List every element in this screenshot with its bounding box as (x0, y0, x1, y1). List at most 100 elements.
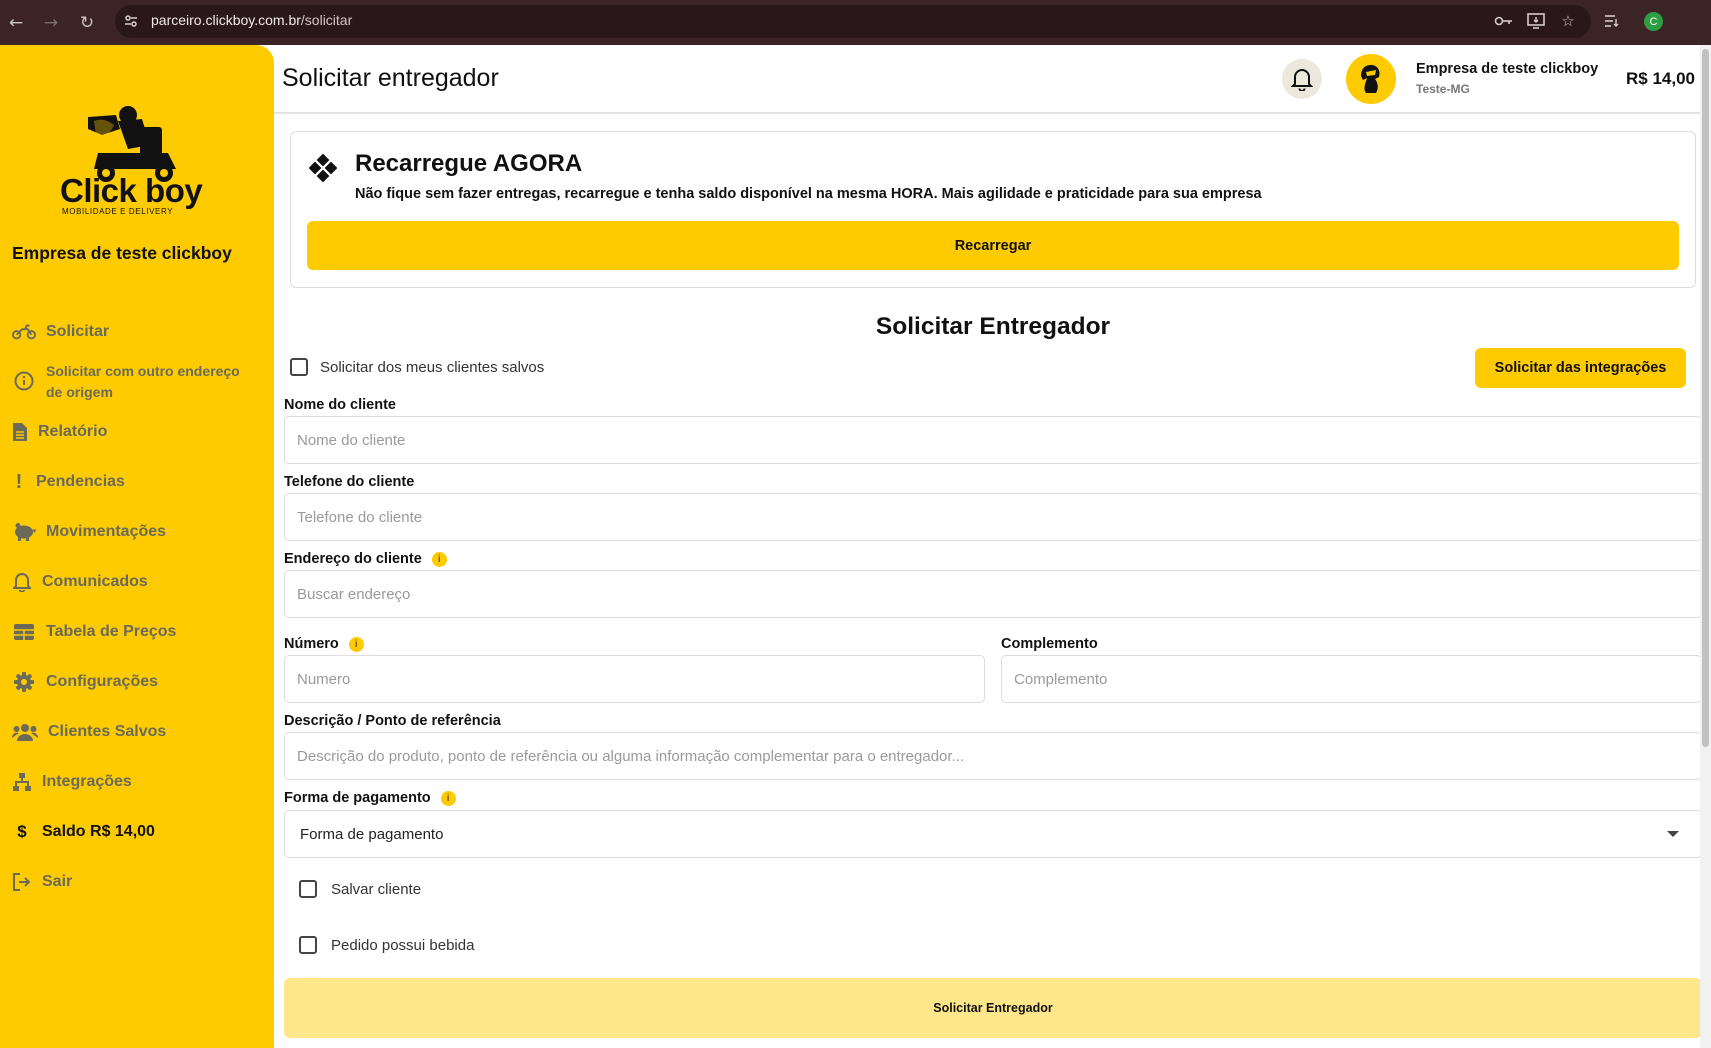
sidebar-item-relatorio[interactable]: Relatório (12, 420, 107, 444)
dollar-icon: $ (17, 822, 27, 841)
page-scrollbar[interactable] (1700, 45, 1711, 1048)
sidebar-item-label: Configurações (46, 673, 159, 690)
integrations-button[interactable]: Solicitar das integrações (1475, 348, 1686, 388)
table-icon (12, 620, 36, 644)
sitemap-icon (12, 770, 32, 794)
sidebar-item-integracoes[interactable]: Integrações (12, 770, 132, 794)
number-label: Número i (284, 636, 364, 652)
exclamation-icon: ! (15, 470, 23, 493)
label-text: Descrição / Ponto de referência (284, 713, 501, 729)
sidebar-item-movimentacoes[interactable]: Movimentações (12, 520, 166, 544)
label-text: Nome do cliente (284, 397, 396, 413)
sidebar: Click boy MOBILIDADE E DELIVERY Empresa … (0, 45, 274, 1048)
header-user-location: Teste-MG (1416, 82, 1470, 96)
recharge-description: Não fique sem fazer entregas, recarregue… (355, 186, 1262, 202)
description-input[interactable]: Descrição do produto, ponto de referênci… (284, 732, 1702, 780)
document-icon (12, 420, 28, 444)
client-address-label: Endereço do cliente i (284, 551, 447, 567)
has-drink-checkbox-label: Pedido possui bebida (331, 936, 475, 954)
address-search-input[interactable]: Buscar endereço (284, 570, 1702, 618)
save-client-checkbox[interactable] (299, 880, 317, 898)
sidebar-item-label: Clientes Salvos (48, 723, 167, 740)
has-drink-checkbox[interactable] (299, 936, 317, 954)
scrollbar-thumb[interactable] (1702, 49, 1709, 747)
bookmark-star-icon[interactable]: ☆ (1557, 10, 1579, 32)
sidebar-item-configuracoes[interactable]: Configurações (12, 670, 158, 694)
payment-method-select[interactable]: Forma de pagamento (284, 810, 1702, 858)
password-key-icon[interactable] (1493, 10, 1515, 32)
gear-icon (12, 670, 36, 694)
logo-text: Click boy (60, 172, 203, 209)
info-circle-icon (12, 369, 36, 393)
bell-icon (12, 570, 32, 594)
sidebar-company-name: Empresa de teste clickboy (12, 243, 232, 263)
info-icon[interactable]: i (440, 790, 456, 806)
header-user-name: Empresa de teste clickboy (1416, 61, 1599, 77)
piggy-bank-icon (12, 520, 36, 544)
payment-selected-value: Forma de pagamento (300, 825, 444, 843)
forward-arrow-icon[interactable]: → (38, 0, 64, 45)
motorcycle-icon (12, 320, 36, 344)
complement-input[interactable]: Complemento (1001, 655, 1702, 703)
form-title: Solicitar Entregador (875, 313, 1111, 340)
label-text: Forma de pagamento (284, 790, 431, 806)
sidebar-item-clientes-salvos[interactable]: Clientes Salvos (12, 720, 166, 744)
save-client-checkbox-row[interactable]: Salvar cliente (299, 880, 421, 898)
sidebar-item-solicitar[interactable]: Solicitar (12, 320, 109, 344)
client-name-label: Nome do cliente (284, 397, 396, 413)
reading-list-icon[interactable] (1601, 10, 1623, 32)
avatar[interactable] (1346, 54, 1396, 104)
logout-icon (12, 870, 32, 894)
page-title: Solicitar entregador (282, 64, 499, 92)
sidebar-item-sair[interactable]: Sair (12, 870, 72, 894)
header-balance: R$ 14,00 (1626, 69, 1695, 88)
number-input[interactable]: Numero (284, 655, 985, 703)
browser-toolbar: ← → ↻ parceiro.clickboy.com.br/solicitar… (0, 0, 1711, 45)
sidebar-item-label: Saldo R$ 14,00 (42, 823, 155, 840)
sidebar-item-pendencias[interactable]: ! Pendencias (12, 470, 125, 494)
complement-label: Complemento (1001, 636, 1098, 652)
save-client-checkbox-label: Salvar cliente (331, 880, 422, 898)
logo-subtext: MOBILIDADE E DELIVERY (62, 207, 174, 216)
sidebar-item-label: Solicitar com outro endereço de origem (46, 363, 240, 400)
header-divider (274, 112, 1707, 114)
site-info-icon[interactable] (122, 12, 140, 30)
client-phone-label: Telefone do cliente (284, 474, 414, 490)
submit-request-button[interactable]: Solicitar Entregador (284, 978, 1702, 1038)
back-arrow-icon[interactable]: ← (3, 0, 29, 45)
label-text: Complemento (1001, 636, 1098, 652)
url-path: /solicitar (300, 12, 353, 28)
sidebar-item-label: Relatório (38, 423, 108, 440)
client-phone-input[interactable]: Telefone do cliente (284, 493, 1702, 541)
sidebar-item-saldo[interactable]: $ Saldo R$ 14,00 (12, 820, 155, 844)
info-icon[interactable]: i (431, 551, 447, 567)
url-text[interactable]: parceiro.clickboy.com.br/solicitar (151, 12, 352, 28)
sidebar-item-tabela-precos[interactable]: Tabela de Preços (12, 620, 176, 644)
users-icon (12, 720, 38, 744)
sidebar-item-label: Comunicados (42, 573, 148, 590)
saved-clients-checkbox[interactable] (290, 358, 308, 376)
recharge-button[interactable]: Recarregar (307, 221, 1679, 270)
label-text: Endereço do cliente (284, 551, 422, 567)
profile-avatar-icon[interactable]: C (1644, 12, 1663, 31)
description-label: Descrição / Ponto de referência (284, 713, 501, 729)
reload-icon[interactable]: ↻ (74, 0, 100, 45)
sidebar-item-label: Solicitar (46, 323, 110, 340)
bell-icon (1291, 69, 1313, 91)
sidebar-item-label: Integrações (42, 773, 132, 790)
rider-helmet-icon (1361, 65, 1380, 93)
install-app-icon[interactable] (1525, 10, 1547, 32)
sidebar-item-comunicados[interactable]: Comunicados (12, 570, 148, 594)
sidebar-item-label: Tabela de Preços (46, 623, 177, 640)
info-icon[interactable]: i (348, 636, 364, 652)
sidebar-item-label: Movimentações (46, 523, 167, 540)
sidebar-item-solicitar-outro-endereco[interactable]: Solicitar com outro endereço de origem (12, 361, 260, 403)
label-text: Telefone do cliente (284, 474, 415, 490)
label-text: Número (284, 636, 339, 652)
payment-label: Forma de pagamento i (284, 790, 456, 806)
has-drink-checkbox-row[interactable]: Pedido possui bebida (299, 936, 474, 954)
chevron-down-icon (1667, 831, 1679, 837)
saved-clients-checkbox-row[interactable]: Solicitar dos meus clientes salvos (290, 358, 544, 376)
client-name-input[interactable]: Nome do cliente (284, 416, 1702, 464)
notification-bell-button[interactable] (1282, 59, 1322, 99)
